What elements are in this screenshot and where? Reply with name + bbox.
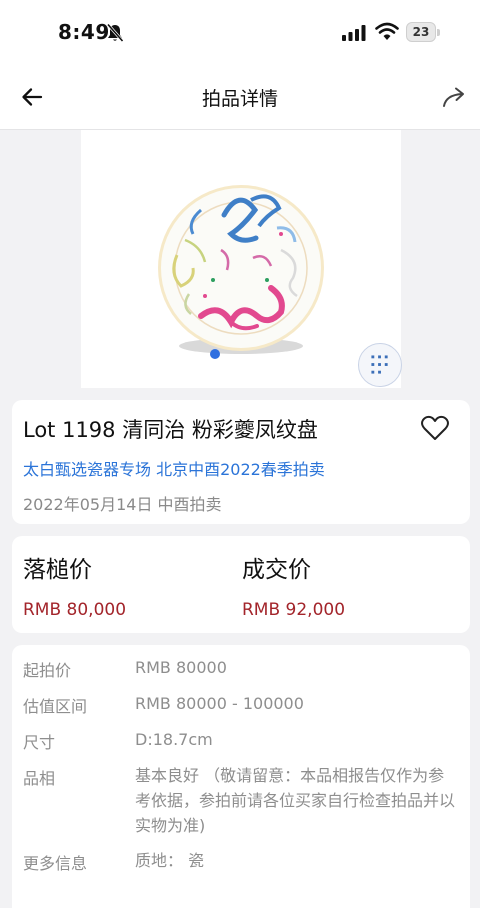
info-value-estimate: RMB 80000 - 100000 [135,694,304,713]
hammer-price-label: 落槌价 [23,557,92,583]
status-time: 8:49 [58,20,110,44]
bell-slash-icon [106,23,124,42]
wifi-icon [375,22,399,40]
porcelain-plate-image [158,185,324,354]
auction-session-link[interactable]: 太白甄选瓷器专场 北京中酉2022春季拍卖 [23,456,325,480]
info-label-more: 更多信息 [23,854,88,873]
lot-title: Lot 1198 清同治 粉彩夔凤纹盘 [23,418,318,442]
price-card: 落槌价 RMB 80,000 成交价 RMB 92,000 [12,536,470,633]
nav-bar: 拍品详情 [0,64,480,130]
status-bar: 8:49 23 [0,0,480,64]
info-label-start-price: 起拍价 [23,661,72,680]
product-image-carousel[interactable] [81,130,402,388]
info-value-condition: 基本良好 （敬请留意：本品相报告仅作为参考依据，参拍前请各位买家自行检查拍品并以… [135,766,456,835]
share-icon[interactable] [441,85,467,109]
deal-price-label: 成交价 [242,557,311,583]
info-value-start-price: RMB 80000 [135,658,227,677]
lot-info-card: 起拍价 RMB 80000 估值区间 RMB 80000 - 100000 尺寸… [12,645,470,908]
heart-icon[interactable] [420,414,450,442]
deal-price-value: RMB 92,000 [242,600,346,620]
info-label-condition: 品相 [23,769,56,788]
hammer-price-value: RMB 80,000 [23,600,127,620]
page-title: 拍品详情 [201,88,278,110]
battery-icon: 23 [406,22,440,42]
signal-icon [342,25,366,41]
info-value-size: D:18.7cm [135,730,213,749]
auction-date: 2022年05月14日 中酉拍卖 [23,495,222,514]
info-label-size: 尺寸 [23,733,56,752]
reign-mark-seal-image [358,343,402,387]
info-label-estimate: 估值区间 [23,697,88,716]
info-value-more: 质地： 瓷 [135,851,205,870]
carousel-dot-indicator[interactable] [210,349,220,359]
lot-title-card: Lot 1198 清同治 粉彩夔凤纹盘 太白甄选瓷器专场 北京中酉2022春季拍… [12,400,470,524]
